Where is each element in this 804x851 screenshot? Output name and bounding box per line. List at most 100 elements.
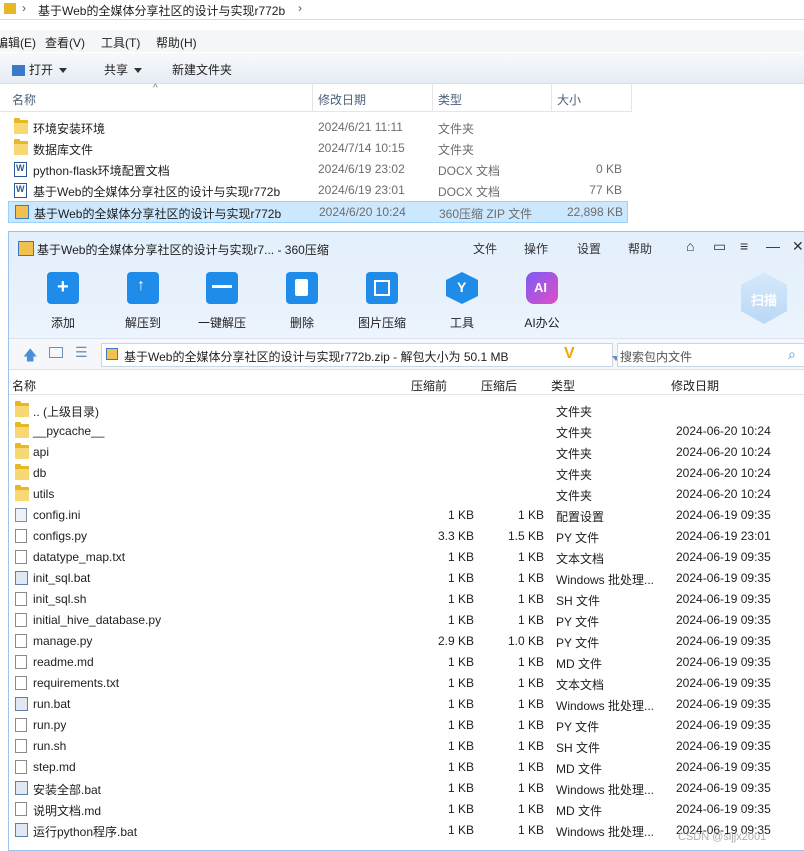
zip-window: 基于Web的全媒体分享社区的设计与实现r7... - 360压缩 文件 操作 设… — [8, 231, 804, 851]
share-button[interactable]: 共享 — [104, 61, 143, 78]
one-click-extract-button[interactable]: 一键解压 — [190, 272, 254, 331]
archive-row[interactable]: datatype_map.txt 1 KB 1 KB 文本文档 2024-06-19 0… — [9, 546, 804, 567]
ai-office-button[interactable]: AI AI办公 — [510, 272, 574, 331]
archive-row[interactable]: api 文件夹 2024-06-20 10:24 — [9, 441, 804, 462]
menu-lines-icon[interactable]: ≡ — [740, 238, 748, 254]
up-arrow-icon[interactable]: 🡅 — [23, 345, 37, 369]
column-name[interactable]: 名称 — [12, 91, 36, 108]
cell-orig: 1 KB — [447, 655, 474, 669]
minimize-icon[interactable]: — — [766, 238, 780, 254]
file-row[interactable]: 数据库文件 2024/7/14 10:15 文件夹 — [8, 138, 626, 158]
thumbnail-view-icon[interactable] — [49, 347, 63, 358]
archive-row[interactable]: config.ini 1 KB 1 KB 配置设置 2024-06-19 09:35 — [9, 504, 804, 525]
folder-icon — [15, 464, 29, 480]
archive-row[interactable]: 说明文档.md 1 KB 1 KB MD 文件 2024-06-19 09:35 — [9, 798, 804, 819]
archive-row[interactable]: 安装全部.bat 1 KB 1 KB Windows 批处理... 2024-06-19… — [9, 777, 804, 798]
address-bar[interactable]: › 基于Web的全媒体分享社区的设计与实现r772b › — [0, 0, 804, 20]
add-button[interactable]: + 添加 — [31, 272, 95, 331]
archive-row[interactable]: requirements.txt 1 KB 1 KB 文本文档 2024-06-19 0… — [9, 672, 804, 693]
column-packed-size[interactable]: 压缩后 — [481, 377, 517, 394]
cell-type: PY 文件 — [556, 720, 600, 734]
file-row[interactable]: 环境安装环境 2024/6/21 11:11 文件夹 — [8, 117, 626, 137]
tools-button[interactable]: Y 工具 — [430, 272, 494, 331]
folder-icon — [14, 118, 28, 134]
archive-row[interactable]: db 文件夹 2024-06-20 10:24 — [9, 462, 804, 483]
new-folder-button[interactable]: 新建文件夹 — [172, 61, 232, 78]
v-logo-icon[interactable]: V — [564, 345, 575, 363]
archive-row[interactable]: .. (上级目录) 文件夹 — [9, 399, 804, 420]
image-compress-button[interactable]: 图片压缩 — [350, 272, 414, 331]
archive-row[interactable]: init_sql.bat 1 KB 1 KB Windows 批处理... 2024-0… — [9, 567, 804, 588]
menu-tools[interactable]: 工具(T) — [101, 34, 140, 51]
column-date[interactable]: 修改日期 — [318, 91, 366, 108]
list-view-icon[interactable]: ☰ — [75, 344, 88, 361]
extract-to-button[interactable]: ↑ 解压到 — [111, 272, 175, 331]
cell-date: 2024-06-19 09:35 — [676, 760, 771, 774]
breadcrumb[interactable]: 基于Web的全媒体分享社区的设计与实现r772b — [38, 2, 285, 19]
archive-row[interactable]: readme.md 1 KB 1 KB MD 文件 2024-06-19 09:35 — [9, 651, 804, 672]
command-bar: 打开 共享 新建文件夹 — [0, 53, 804, 84]
cell-orig: 1 KB — [447, 781, 474, 795]
archive-row[interactable]: utils 文件夹 2024-06-20 10:24 — [9, 483, 804, 504]
cell-packed: 1 KB — [517, 676, 544, 690]
menu-file[interactable]: 文件 — [473, 240, 497, 257]
file-icon — [15, 529, 27, 543]
search-icon[interactable]: ⌕ — [788, 346, 796, 363]
archive-row[interactable]: __pycache__ 文件夹 2024-06-20 10:24 — [9, 420, 804, 441]
archive-row[interactable]: run.sh 1 KB 1 KB SH 文件 2024-06-19 09:35 — [9, 735, 804, 756]
column-name[interactable]: 名称 — [12, 377, 36, 394]
cell-packed: 1 KB — [517, 508, 544, 522]
open-button[interactable]: 打开 — [12, 61, 68, 78]
cell-name: initial_hive_database.py — [33, 613, 162, 627]
archive-row[interactable]: manage.py 2.9 KB 1.0 KB PY 文件 2024-06-19 09:… — [9, 630, 804, 651]
cell-packed: 1 KB — [517, 571, 544, 585]
trash-icon — [286, 272, 318, 304]
cell-name: requirements.txt — [33, 676, 120, 690]
menu-edit[interactable]: 编辑(E) — [0, 34, 36, 51]
column-type[interactable]: 类型 — [551, 377, 575, 394]
open-icon — [12, 65, 25, 77]
column-date[interactable]: 修改日期 — [671, 377, 719, 394]
menu-settings[interactable]: 设置 — [577, 240, 601, 257]
archive-row[interactable]: configs.py 3.3 KB 1.5 KB PY 文件 2024-06-19 23… — [9, 525, 804, 546]
window-title: 基于Web的全媒体分享社区的设计与实现r7... - 360压缩 — [37, 243, 329, 257]
docx-icon — [14, 162, 27, 177]
scan-button[interactable]: 扫描 — [741, 272, 787, 324]
cell-packed: 1 KB — [517, 718, 544, 732]
cell-type: PY 文件 — [556, 531, 600, 545]
file-row[interactable]: python-flask环境配置文档 2024/6/19 23:02 DOCX … — [8, 159, 626, 179]
cell-date: 2024-06-19 09:35 — [676, 550, 771, 564]
cell-name: 说明文档.md — [33, 804, 102, 818]
column-original-size[interactable]: 压缩前 — [411, 377, 447, 394]
skin-icon[interactable]: ⌂ — [686, 238, 694, 254]
cell-orig: 1 KB — [447, 592, 474, 606]
cell-type: MD 文件 — [556, 804, 602, 818]
cell-packed: 1 KB — [517, 781, 544, 795]
column-size[interactable]: 大小 — [557, 91, 581, 108]
cell-date: 2024-06-19 09:35 — [676, 676, 771, 690]
menu-bar: 编辑(E) 查看(V) 工具(T) 帮助(H) — [0, 30, 804, 52]
cell-orig: 1 KB — [447, 676, 474, 690]
menu-help[interactable]: 帮助 — [628, 240, 652, 257]
delete-button[interactable]: 删除 — [270, 272, 334, 331]
archive-row[interactable]: init_sql.sh 1 KB 1 KB SH 文件 2024-06-19 09:35 — [9, 588, 804, 609]
menu-operate[interactable]: 操作 — [524, 240, 548, 257]
cell-date: 2024-06-19 09:35 — [676, 634, 771, 648]
archive-row[interactable]: run.py 1 KB 1 KB PY 文件 2024-06-19 09:35 — [9, 714, 804, 735]
cell-name: __pycache__ — [33, 424, 105, 438]
archive-row[interactable]: step.md 1 KB 1 KB MD 文件 2024-06-19 09:35 — [9, 756, 804, 777]
cell-date: 2024-06-19 09:35 — [676, 802, 771, 816]
archive-row[interactable]: run.bat 1 KB 1 KB Windows 批处理... 2024-06-19 … — [9, 693, 804, 714]
file-row[interactable]: 基于Web的全媒体分享社区的设计与实现r772b 2024/6/19 23:01… — [8, 180, 626, 200]
archive-row[interactable]: initial_hive_database.py 1 KB 1 KB PY 文件 202… — [9, 609, 804, 630]
close-icon[interactable]: ✕ — [792, 238, 804, 255]
menu-help[interactable]: 帮助(H) — [156, 34, 197, 51]
search-input[interactable]: 搜索包内文件 ⌕ — [617, 343, 804, 367]
path-field[interactable]: 基于Web的全媒体分享社区的设计与实现r772b.zip - 解包大小为 50.… — [101, 343, 620, 367]
column-type[interactable]: 类型 — [438, 91, 462, 108]
feedback-icon[interactable]: ▭ — [713, 238, 726, 255]
archive-list-header: 名称 压缩前 压缩后 类型 修改日期 — [9, 372, 804, 395]
cell-type: Windows 批处理... — [556, 783, 655, 797]
menu-view[interactable]: 查看(V) — [45, 34, 85, 51]
file-row-selected[interactable]: 基于Web的全媒体分享社区的设计与实现r772b 2024/6/20 10:24… — [8, 201, 628, 223]
